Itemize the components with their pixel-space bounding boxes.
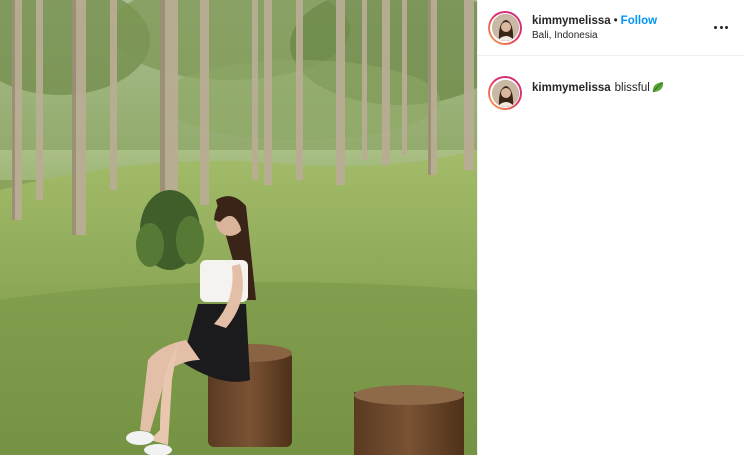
caption-avatar[interactable]: [488, 76, 522, 110]
separator-dot: •: [613, 15, 618, 27]
location-link[interactable]: Bali, Indonesia: [532, 30, 709, 41]
username-link[interactable]: kimmymelissa: [532, 15, 611, 27]
caption: kimmymelissa blissful: [478, 56, 745, 110]
caption-text: blissful: [614, 82, 650, 94]
avatar[interactable]: [488, 10, 522, 45]
post-header: kimmymelissa • Follow Bali, Indonesia: [478, 0, 745, 56]
leaf-icon: [651, 80, 665, 98]
caption-username-link[interactable]: kimmymelissa: [532, 82, 611, 94]
follow-button[interactable]: Follow: [621, 15, 657, 27]
more-options-icon[interactable]: [709, 18, 733, 38]
post-photo[interactable]: [0, 0, 477, 455]
post-sidebar: kimmymelissa • Follow Bali, Indonesia ki…: [477, 0, 745, 455]
instagram-post: kimmymelissa • Follow Bali, Indonesia ki…: [0, 0, 745, 455]
